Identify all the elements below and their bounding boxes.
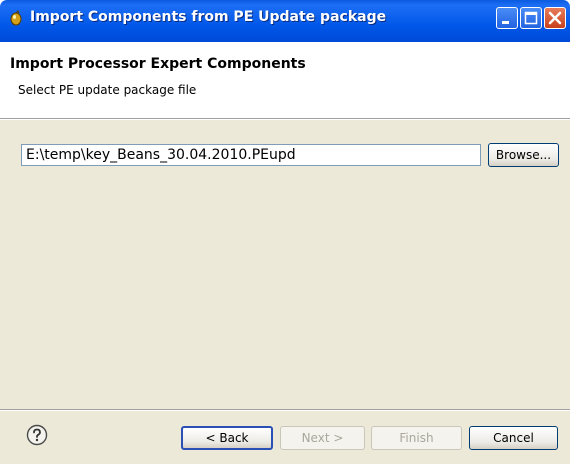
- processor-expert-bean-icon: [8, 10, 24, 26]
- file-path-input[interactable]: [21, 144, 481, 166]
- close-button[interactable]: [544, 7, 566, 29]
- maximize-icon: [524, 11, 538, 25]
- window-title: Import Components from PE Update package: [30, 9, 387, 25]
- back-button[interactable]: < Back: [181, 426, 273, 450]
- wizard-header: Import Processor Expert Components Selec…: [0, 42, 570, 118]
- minimize-icon: [502, 21, 509, 24]
- close-icon: [548, 11, 562, 25]
- cancel-button[interactable]: Cancel: [469, 426, 558, 450]
- finish-button[interactable]: Finish: [371, 426, 462, 450]
- next-button[interactable]: Next >: [280, 426, 365, 450]
- help-question-icon[interactable]: [26, 424, 48, 446]
- minimize-button[interactable]: [496, 7, 518, 29]
- page-title: Import Processor Expert Components: [10, 56, 306, 72]
- browse-button[interactable]: Browse...: [488, 143, 559, 167]
- maximize-button[interactable]: [520, 7, 542, 29]
- page-description: Select PE update package file: [18, 83, 197, 97]
